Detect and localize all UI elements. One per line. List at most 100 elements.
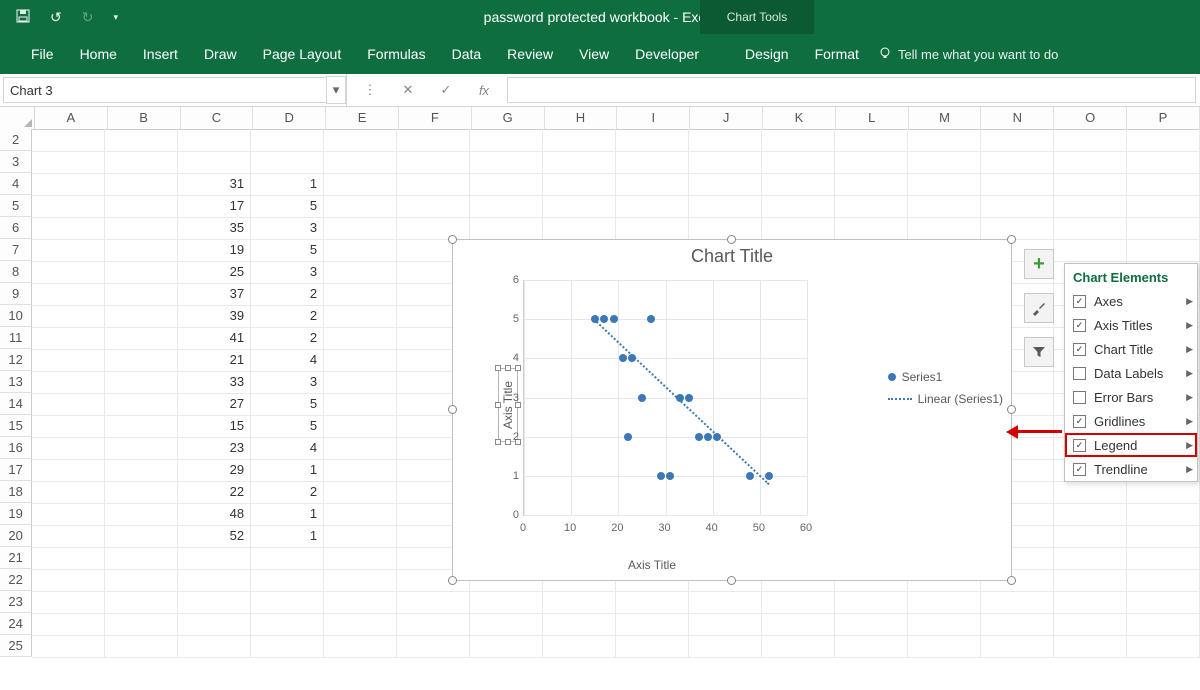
cell-C17[interactable]: 29 [178, 459, 251, 482]
row-header-15[interactable]: 15 [0, 415, 32, 437]
column-header-G[interactable]: G [472, 107, 545, 130]
cell-D21[interactable] [251, 547, 324, 570]
cell-C12[interactable]: 21 [178, 349, 251, 372]
cell-C18[interactable]: 22 [178, 481, 251, 504]
cell-D20[interactable]: 1 [251, 525, 324, 548]
chart-handle[interactable] [1007, 235, 1016, 244]
cell-B21[interactable] [105, 547, 178, 570]
cell-L24[interactable] [835, 613, 908, 636]
cell-O4[interactable] [1054, 173, 1127, 196]
cell-C16[interactable]: 23 [178, 437, 251, 460]
tab-review[interactable]: Review [494, 34, 566, 74]
cell-P20[interactable] [1127, 525, 1200, 548]
cell-I6[interactable] [616, 217, 689, 240]
cell-B6[interactable] [105, 217, 178, 240]
chart-element-option-error-bars[interactable]: Error Bars▶ [1065, 385, 1197, 409]
cell-B18[interactable] [105, 481, 178, 504]
cell-D11[interactable]: 2 [251, 327, 324, 350]
row-header-5[interactable]: 5 [0, 195, 32, 217]
column-header-B[interactable]: B [108, 107, 181, 130]
cell-A14[interactable] [32, 393, 105, 416]
submenu-arrow-icon[interactable]: ▶ [1186, 368, 1193, 379]
cell-A4[interactable] [32, 173, 105, 196]
cell-O5[interactable] [1054, 195, 1127, 218]
chart-element-option-chart-title[interactable]: ✓Chart Title▶ [1065, 337, 1197, 361]
cell-P5[interactable] [1127, 195, 1200, 218]
chart-element-option-trendline[interactable]: ✓Trendline▶ [1065, 457, 1197, 481]
cell-M25[interactable] [908, 635, 981, 658]
cell-A2[interactable] [32, 129, 105, 152]
row-header-16[interactable]: 16 [0, 437, 32, 459]
cell-I25[interactable] [616, 635, 689, 658]
cell-E23[interactable] [324, 591, 397, 614]
cell-E17[interactable] [324, 459, 397, 482]
cell-K24[interactable] [762, 613, 835, 636]
cell-A5[interactable] [32, 195, 105, 218]
cell-D22[interactable] [251, 569, 324, 592]
cell-E4[interactable] [324, 173, 397, 196]
submenu-arrow-icon[interactable]: ▶ [1186, 320, 1193, 331]
cell-D2[interactable] [251, 129, 324, 152]
cell-O20[interactable] [1054, 525, 1127, 548]
chart-handle[interactable] [727, 576, 736, 585]
select-all-corner[interactable] [0, 107, 35, 130]
cell-J5[interactable] [689, 195, 762, 218]
cell-B8[interactable] [105, 261, 178, 284]
formula-divider-icon[interactable]: ⋮ [351, 82, 389, 98]
cell-F4[interactable] [397, 173, 470, 196]
column-header-K[interactable]: K [763, 107, 836, 130]
cell-A6[interactable] [32, 217, 105, 240]
cell-A18[interactable] [32, 481, 105, 504]
cell-E14[interactable] [324, 393, 397, 416]
row-header-22[interactable]: 22 [0, 569, 32, 591]
cell-K25[interactable] [762, 635, 835, 658]
cell-E8[interactable] [324, 261, 397, 284]
cell-N3[interactable] [981, 151, 1054, 174]
cell-L2[interactable] [835, 129, 908, 152]
cell-H23[interactable] [543, 591, 616, 614]
cell-E19[interactable] [324, 503, 397, 526]
cell-F6[interactable] [397, 217, 470, 240]
cell-E7[interactable] [324, 239, 397, 262]
cell-A22[interactable] [32, 569, 105, 592]
cell-E11[interactable] [324, 327, 397, 350]
cell-D19[interactable]: 1 [251, 503, 324, 526]
column-header-E[interactable]: E [326, 107, 399, 130]
name-box[interactable]: Chart 3 [3, 77, 326, 103]
legend-trendline[interactable]: Linear (Series1) [888, 392, 1003, 406]
submenu-arrow-icon[interactable]: ▶ [1186, 296, 1193, 307]
cell-D25[interactable] [251, 635, 324, 658]
cell-F24[interactable] [397, 613, 470, 636]
cell-O6[interactable] [1054, 217, 1127, 240]
cell-J24[interactable] [689, 613, 762, 636]
cell-C22[interactable] [178, 569, 251, 592]
cell-G25[interactable] [470, 635, 543, 658]
row-header-8[interactable]: 8 [0, 261, 32, 283]
cell-D6[interactable]: 3 [251, 217, 324, 240]
cell-D16[interactable]: 4 [251, 437, 324, 460]
cell-A8[interactable] [32, 261, 105, 284]
cell-B5[interactable] [105, 195, 178, 218]
cell-N24[interactable] [981, 613, 1054, 636]
cell-J3[interactable] [689, 151, 762, 174]
cell-K23[interactable] [762, 591, 835, 614]
cell-O25[interactable] [1054, 635, 1127, 658]
cell-C23[interactable] [178, 591, 251, 614]
submenu-arrow-icon[interactable]: ▶ [1186, 392, 1193, 403]
tab-data[interactable]: Data [439, 34, 495, 74]
tab-formulas[interactable]: Formulas [354, 34, 438, 74]
row-header-6[interactable]: 6 [0, 217, 32, 239]
cell-D13[interactable]: 3 [251, 371, 324, 394]
cell-M24[interactable] [908, 613, 981, 636]
column-header-A[interactable]: A [35, 107, 108, 130]
cell-A13[interactable] [32, 371, 105, 394]
cell-A11[interactable] [32, 327, 105, 350]
tab-chart-format[interactable]: Format [802, 34, 872, 74]
cell-P24[interactable] [1127, 613, 1200, 636]
chart-filters-button[interactable] [1024, 337, 1054, 367]
chart-object[interactable]: Chart Title Axis Title Axis Title 012345… [452, 239, 1012, 581]
cell-P19[interactable] [1127, 503, 1200, 526]
enter-formula-button[interactable]: ✓ [427, 82, 465, 98]
cell-D18[interactable]: 2 [251, 481, 324, 504]
cancel-formula-button[interactable]: ✕ [389, 82, 427, 98]
